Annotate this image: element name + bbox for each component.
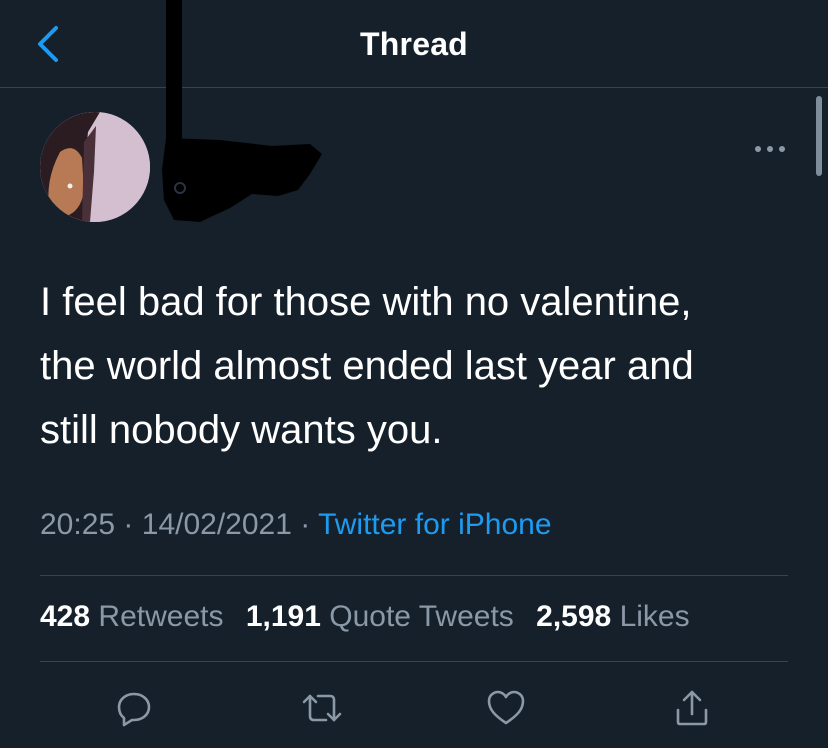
likes-stat[interactable]: 2,598 Likes	[536, 600, 689, 633]
tweet-meta: 20:25 · 14/02/2021 · Twitter for iPhone	[40, 508, 552, 542]
share-icon	[676, 690, 708, 726]
retweets-stat[interactable]: 428 Retweets	[40, 600, 223, 633]
retweets-label: Retweets	[98, 600, 224, 633]
more-horizontal-icon	[755, 146, 785, 152]
likes-label: Likes	[619, 600, 690, 633]
quote-tweets-stat[interactable]: 1,191 Quote Tweets	[246, 600, 514, 633]
more-options-button[interactable]	[750, 134, 790, 164]
retweet-button[interactable]	[298, 684, 346, 732]
tweet-source-link[interactable]: Twitter for iPhone	[318, 508, 551, 541]
redaction-mark	[162, 138, 322, 222]
avatar[interactable]	[40, 112, 150, 222]
share-button[interactable]	[668, 684, 716, 732]
retweet-icon	[302, 694, 342, 722]
retweets-count: 428	[40, 600, 91, 633]
top-nav-bar: Thread	[0, 0, 828, 88]
reply-icon	[117, 692, 151, 727]
tweet-date: 14/02/2021	[141, 508, 292, 541]
meta-separator: ·	[300, 508, 311, 541]
likes-count: 2,598	[536, 600, 612, 633]
divider	[40, 661, 788, 662]
quote-tweets-count: 1,191	[245, 600, 321, 633]
heart-icon	[487, 690, 525, 725]
page-title: Thread	[360, 26, 468, 62]
avatar-image	[40, 112, 150, 222]
tweet-action-bar	[0, 680, 828, 736]
divider	[40, 575, 788, 576]
quote-tweets-label: Quote Tweets	[329, 600, 514, 633]
tweet-time: 20:25	[40, 508, 116, 541]
scrollbar[interactable]	[816, 96, 822, 176]
like-button[interactable]	[482, 684, 530, 732]
reply-button[interactable]	[110, 684, 158, 732]
redaction-mark	[166, 0, 182, 150]
tweet-text: I feel bad for those with no valentine, …	[40, 280, 694, 452]
meta-separator: ·	[123, 508, 134, 541]
engagement-stats: 428 Retweets 1,191 Quote Tweets 2,598 Li…	[40, 600, 704, 634]
thread-screen: Thread I feel bad for those with no vale…	[0, 0, 828, 748]
